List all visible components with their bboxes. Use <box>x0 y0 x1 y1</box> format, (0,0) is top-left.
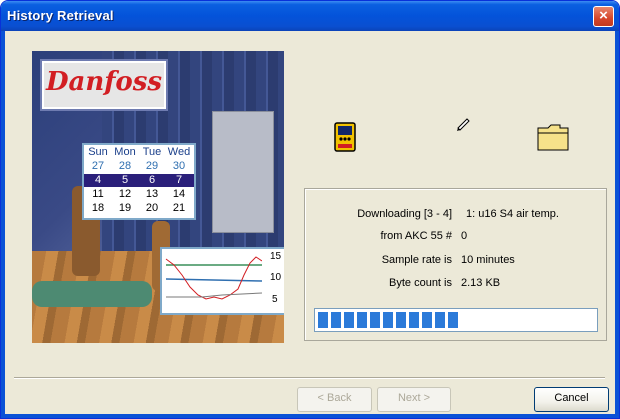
handheld-device-icon <box>334 122 356 152</box>
trend-graph-graphic: 15 10 5 <box>160 247 284 315</box>
graph-label: 15 <box>270 251 282 262</box>
downloading-value: 1: u16 S4 air temp. <box>466 208 559 220</box>
title-bar[interactable]: History Retrieval × <box>1 1 619 31</box>
sample-rate-label: Sample rate is <box>381 254 452 266</box>
history-retrieval-window: History Retrieval × Danfoss Sun Mon Tue … <box>0 0 620 419</box>
calendar-date: 4 <box>94 174 102 186</box>
logo-text: Danfoss <box>45 67 163 97</box>
calendar-day: Tue <box>142 146 162 158</box>
calendar-row: 27 28 29 30 <box>84 160 194 173</box>
calendar-date: 20 <box>145 202 159 214</box>
progress-segment <box>409 312 419 328</box>
progress-segment <box>448 312 458 328</box>
download-progress-bar <box>314 308 598 332</box>
calendar-date: 7 <box>175 174 183 186</box>
calendar-row: 18 19 20 21 <box>84 202 194 215</box>
calendar-day: Mon <box>114 146 136 158</box>
folder-icon <box>537 124 569 151</box>
from-label-wrap: from AKC 55 # <box>311 230 452 244</box>
next-button[interactable]: Next > <box>377 387 451 412</box>
from-label: from AKC 55 # <box>380 230 452 242</box>
calendar-date: 6 <box>148 174 156 186</box>
button-separator <box>14 377 605 379</box>
byte-count-label: Byte count is <box>389 277 452 289</box>
progress-segment <box>318 312 328 328</box>
progress-segment <box>383 312 393 328</box>
calendar-date: 14 <box>172 188 186 200</box>
window-border-right <box>615 31 619 418</box>
wizard-illustration: Danfoss Sun Mon Tue Wed 27 28 29 30 4 5 … <box>32 51 284 343</box>
progress-segment <box>331 312 341 328</box>
control-cabinet <box>212 111 274 233</box>
sample-rate-label-wrap: Sample rate is <box>311 254 452 268</box>
calendar-row-selected: 4 5 6 7 <box>84 174 194 187</box>
calendar-date: 28 <box>118 160 132 172</box>
window-title: History Retrieval <box>7 8 114 23</box>
cancel-button[interactable]: Cancel <box>534 387 609 412</box>
graph-label: 10 <box>270 272 282 283</box>
calendar-date: 5 <box>121 174 129 186</box>
byte-count-value: 2.13 KB <box>461 277 501 289</box>
window-border-left <box>1 31 5 418</box>
window-border-bottom <box>1 414 619 418</box>
calendar-date: 21 <box>172 202 186 214</box>
calendar-date: 30 <box>172 160 186 172</box>
calendar-date: 12 <box>118 188 132 200</box>
calendar-header: Sun Mon Tue Wed <box>84 146 194 159</box>
calendar-date: 18 <box>91 202 105 214</box>
calendar-date: 19 <box>118 202 132 214</box>
downloading-label-wrap: Downloading [3 - 4] <box>311 208 452 222</box>
calendar-day: Wed <box>167 146 191 158</box>
progress-segment <box>396 312 406 328</box>
from-value: 0 <box>461 230 468 242</box>
progress-segment <box>370 312 380 328</box>
graph-label: 5 <box>272 294 278 305</box>
calendar-graphic: Sun Mon Tue Wed 27 28 29 30 4 5 6 7 11 1… <box>82 143 196 220</box>
progress-segment <box>357 312 367 328</box>
calendar-date: 11 <box>92 188 104 200</box>
sample-rate-value: 10 minutes <box>461 254 515 266</box>
downloading-label: Downloading [3 - 4] <box>357 208 452 220</box>
danfoss-logo: Danfoss <box>40 59 168 111</box>
calendar-day: Sun <box>88 146 108 158</box>
back-button[interactable]: < Back <box>297 387 372 412</box>
progress-segment <box>435 312 445 328</box>
calendar-date: 29 <box>145 160 159 172</box>
calendar-date: 13 <box>145 188 159 200</box>
close-button[interactable]: × <box>593 6 614 27</box>
calendar-date: 27 <box>91 160 105 172</box>
byte-count-label-wrap: Byte count is <box>311 277 452 291</box>
pen-icon <box>457 118 470 131</box>
close-icon: × <box>599 7 608 24</box>
progress-segment <box>344 312 354 328</box>
calendar-row: 11 12 13 14 <box>84 188 194 201</box>
progress-fill <box>318 312 467 328</box>
green-pipe <box>32 281 152 307</box>
progress-segment <box>422 312 432 328</box>
trend-graph-lines <box>165 256 262 300</box>
